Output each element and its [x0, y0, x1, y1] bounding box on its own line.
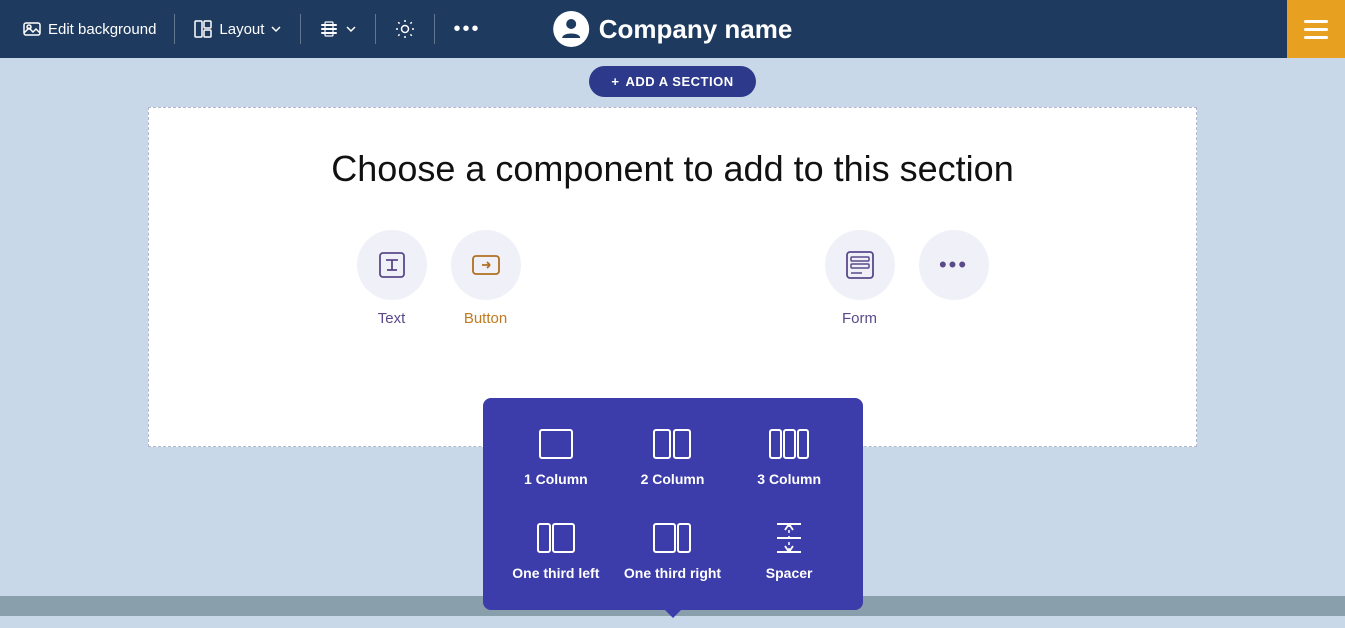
- spacer-label: Spacer: [766, 564, 813, 582]
- company-name-header: Company name: [553, 11, 793, 47]
- button-component-item[interactable]: Button: [451, 230, 521, 327]
- form-icon-circle: [825, 230, 895, 300]
- form-label: Form: [842, 310, 877, 327]
- layout-button[interactable]: Layout: [183, 13, 292, 45]
- button-label: Button: [464, 310, 507, 327]
- spacer-item[interactable]: Spacer: [736, 512, 843, 590]
- nav-divider-2: [300, 14, 301, 44]
- chevron-down-icon: [270, 23, 282, 35]
- button-icon: [468, 247, 504, 283]
- form-component-item[interactable]: Form: [825, 230, 895, 327]
- layout-label: Layout: [219, 21, 264, 38]
- three-column-item[interactable]: 3 Column: [736, 418, 843, 496]
- more-dots: •••: [453, 18, 480, 41]
- dropdown-grid: 1 Column 2 Column: [503, 418, 843, 590]
- hamburger-line-3: [1304, 36, 1328, 39]
- two-column-icon: [652, 426, 692, 462]
- one-column-label: 1 Column: [524, 470, 588, 488]
- hamburger-button[interactable]: [1287, 0, 1345, 58]
- text-icon: [374, 247, 410, 283]
- component-row: Text Button 1 Column: [169, 230, 1176, 327]
- text-component-item[interactable]: Text: [357, 230, 427, 327]
- three-column-label: 3 Column: [757, 470, 821, 488]
- edit-background-button[interactable]: Edit background: [12, 13, 166, 45]
- more-button[interactable]: •••: [443, 12, 490, 47]
- one-column-item[interactable]: 1 Column: [503, 418, 610, 496]
- more-dots-icon: •••: [939, 252, 968, 278]
- nav-divider-3: [375, 14, 376, 44]
- hamburger-line-1: [1304, 20, 1328, 23]
- one-third-right-label: One third right: [624, 564, 721, 582]
- nav-divider-4: [434, 14, 435, 44]
- three-column-icon: [769, 426, 809, 462]
- one-third-right-item[interactable]: One third right: [619, 512, 726, 590]
- top-nav: Edit background Layout: [0, 0, 1345, 58]
- chevron-down-icon-2: [345, 23, 357, 35]
- more-component-item[interactable]: •••: [919, 230, 989, 300]
- button-icon-circle: [451, 230, 521, 300]
- nav-toolbar: Edit background Layout: [12, 12, 490, 47]
- text-icon-circle: [357, 230, 427, 300]
- one-third-right-icon: [652, 520, 692, 556]
- main-content-area: Choose a component to add to this sectio…: [148, 107, 1197, 447]
- two-column-item[interactable]: 2 Column: [619, 418, 726, 496]
- edit-bg-icon: [22, 19, 42, 39]
- layout-dropdown-panel: 1 Column 2 Column: [483, 398, 863, 610]
- one-third-left-item[interactable]: One third left: [503, 512, 610, 590]
- gear-icon: [394, 18, 416, 40]
- hamburger-line-2: [1304, 28, 1328, 31]
- edit-background-label: Edit background: [48, 21, 156, 38]
- add-section-top-button[interactable]: + ADD A SECTION: [589, 66, 755, 97]
- one-third-left-label: One third left: [512, 564, 599, 582]
- plus-icon: +: [611, 74, 619, 89]
- nav-divider-1: [174, 14, 175, 44]
- add-section-top-container: + ADD A SECTION: [0, 66, 1345, 97]
- company-logo: [553, 11, 589, 47]
- align-button[interactable]: [309, 13, 367, 45]
- one-third-left-icon: [536, 520, 576, 556]
- section-title: Choose a component to add to this sectio…: [331, 148, 1013, 190]
- settings-button[interactable]: [384, 12, 426, 46]
- one-column-icon: [536, 426, 576, 462]
- two-column-label: 2 Column: [641, 470, 705, 488]
- align-icon: [319, 19, 339, 39]
- company-name-text: Company name: [599, 14, 793, 45]
- layout-icon: [193, 19, 213, 39]
- add-section-top-label: ADD A SECTION: [625, 74, 733, 89]
- more-icon-circle: •••: [919, 230, 989, 300]
- form-icon: [842, 247, 878, 283]
- text-label: Text: [378, 310, 406, 327]
- spacer-icon: [769, 520, 809, 556]
